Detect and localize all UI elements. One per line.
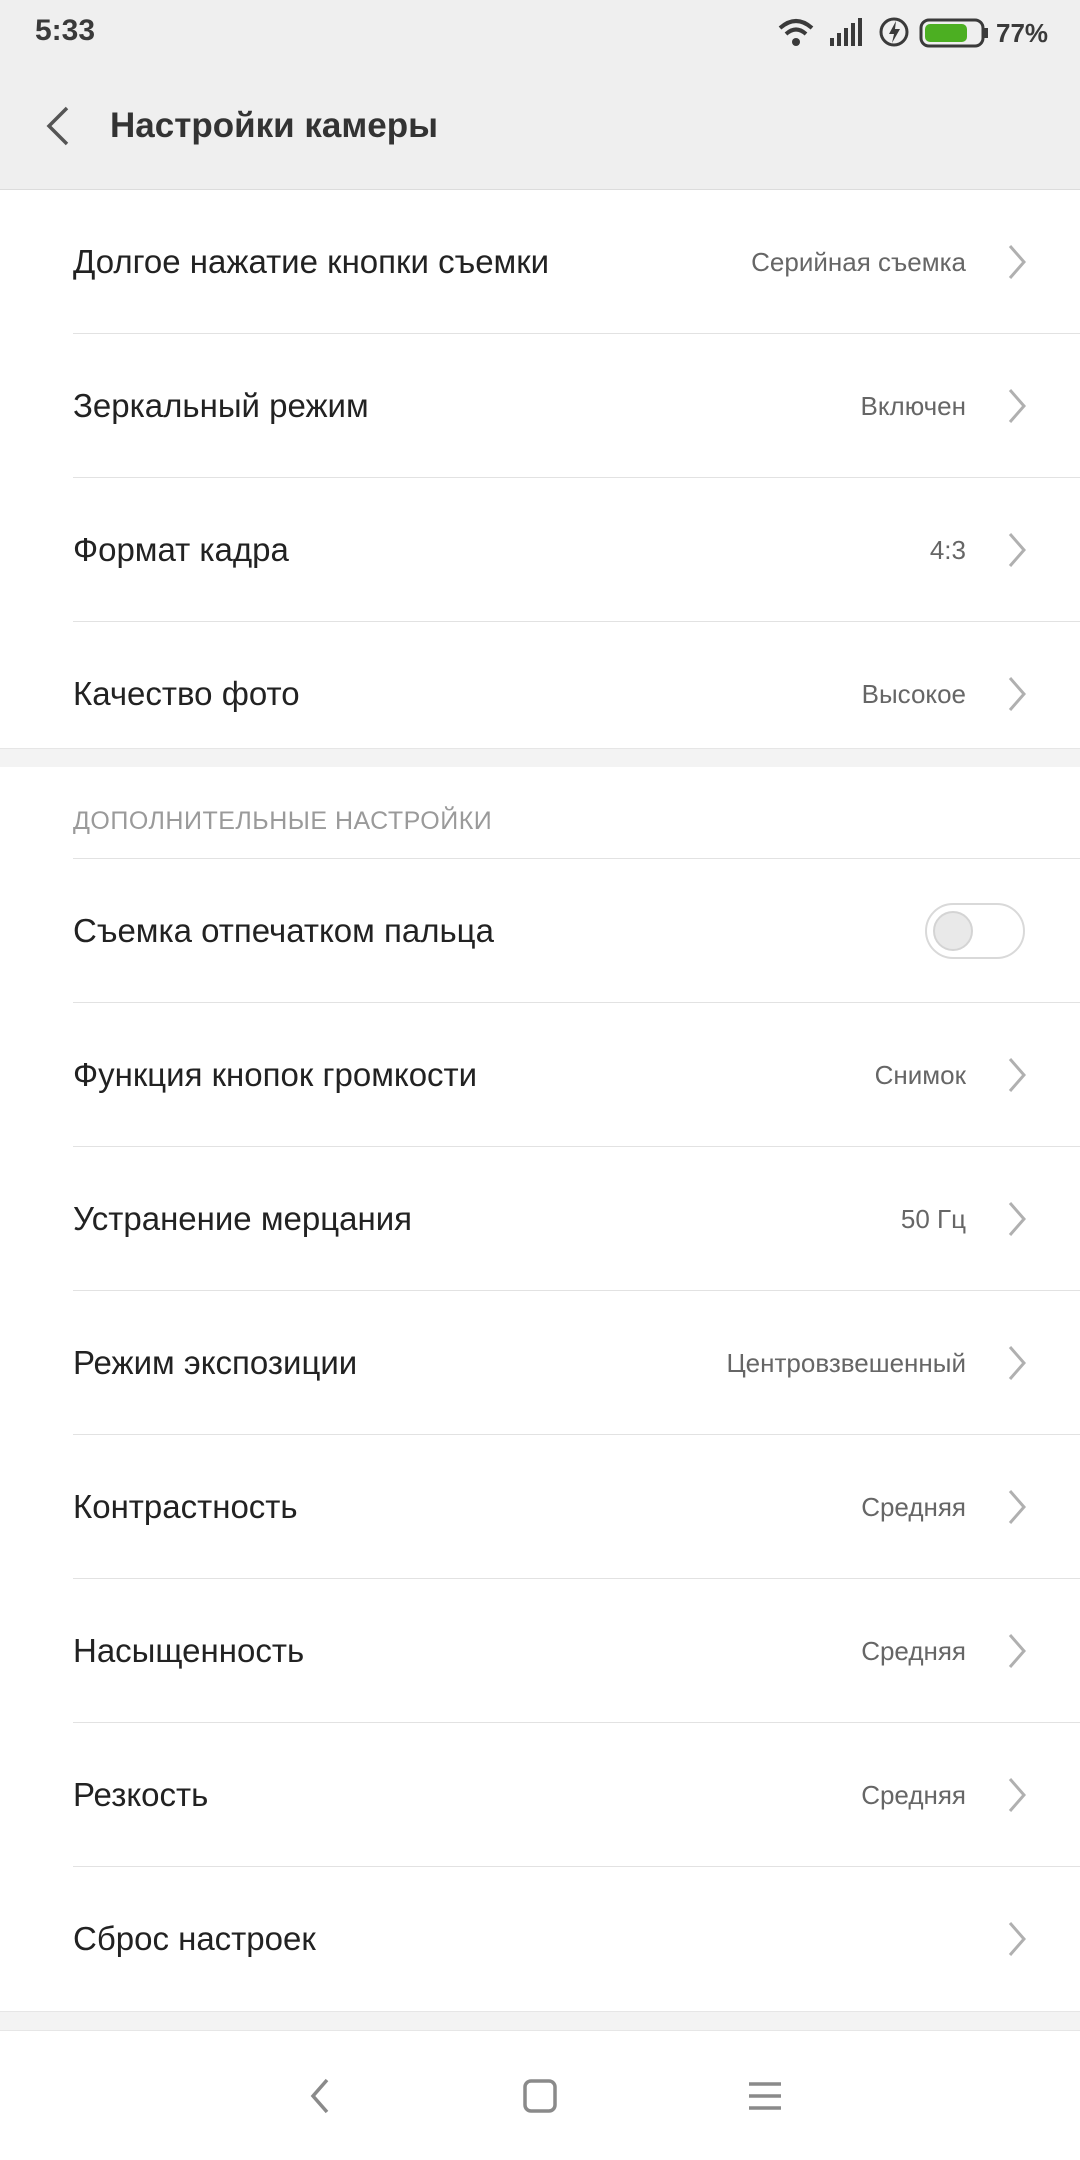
setting-reset[interactable]: Сброс настроек (0, 1867, 1080, 2011)
chevron-left-icon (46, 106, 69, 146)
setting-label: Насыщенность (73, 1632, 305, 1669)
charging-icon (879, 17, 909, 47)
battery-percent: 77% (996, 18, 1048, 48)
chevron-right-icon (1004, 1343, 1030, 1383)
setting-label: Зеркальный режим (73, 387, 369, 424)
back-button[interactable] (28, 96, 88, 156)
setting-label: Контрастность (73, 1488, 298, 1525)
status-icons: 77% (778, 17, 1048, 48)
setting-value: 50 Гц (900, 1203, 966, 1234)
chevron-right-icon (1004, 1919, 1030, 1959)
setting-fingerprint-shutter[interactable]: Съемка отпечатком пальца (0, 859, 1080, 1003)
setting-saturation[interactable]: Насыщенность Средняя (0, 1579, 1080, 1723)
setting-label: Сброс настроек (73, 1920, 316, 1957)
chevron-right-icon (1004, 674, 1030, 714)
nav-menu-button[interactable] (735, 2066, 795, 2126)
setting-sharpness[interactable]: Резкость Средняя (0, 1723, 1080, 1867)
setting-value: Средняя (861, 1491, 966, 1522)
page-title: Настройки камеры (110, 106, 438, 145)
fingerprint-toggle[interactable] (925, 903, 1025, 959)
setting-contrast[interactable]: Контрастность Средняя (0, 1435, 1080, 1579)
setting-label: Устранение мерцания (73, 1200, 413, 1237)
setting-value: Высокое (861, 678, 966, 709)
toggle-knob (933, 911, 973, 951)
setting-mirror-mode[interactable]: Зеркальный режим Включен (0, 334, 1080, 478)
setting-label: Функция кнопок громкости (73, 1056, 478, 1093)
section-header: ДОПОЛНИТЕЛЬНЫЕ НАСТРОЙКИ (0, 767, 1080, 859)
setting-value: Центровзвешенный (726, 1347, 966, 1378)
setting-value: Средняя (861, 1779, 966, 1810)
setting-exposure-mode[interactable]: Режим экспозиции Центровзвешенный (0, 1291, 1080, 1435)
status-bar: 5:33 77% (0, 0, 1080, 66)
nav-back-icon (310, 2078, 329, 2114)
wifi-icon (778, 19, 814, 46)
section-divider (0, 748, 1080, 768)
setting-volume-buttons[interactable]: Функция кнопок громкости Снимок (0, 1003, 1080, 1147)
setting-anti-flicker[interactable]: Устранение мерцания 50 Гц (0, 1147, 1080, 1291)
chevron-right-icon (1004, 386, 1030, 426)
main-settings-section: Долгое нажатие кнопки съемки Серийная съ… (0, 190, 1080, 766)
nav-back-button[interactable] (290, 2066, 350, 2126)
setting-value: 4:3 (929, 534, 966, 565)
navigation-bar (0, 2032, 1080, 2160)
chevron-right-icon (1004, 1487, 1030, 1527)
setting-value: Средняя (861, 1635, 966, 1666)
section-divider (0, 2011, 1080, 2031)
setting-label: Формат кадра (73, 531, 289, 568)
setting-label: Съемка отпечатком пальца (73, 912, 494, 949)
chevron-right-icon (1004, 530, 1030, 570)
setting-label: Резкость (73, 1776, 209, 1813)
chevron-right-icon (1004, 1775, 1030, 1815)
app-header: Настройки камеры (0, 66, 1080, 191)
setting-photo-quality[interactable]: Качество фото Высокое (0, 622, 1080, 766)
nav-home-icon (523, 2079, 557, 2113)
setting-label: Долгое нажатие кнопки съемки (73, 243, 550, 280)
nav-home-button[interactable] (510, 2066, 570, 2126)
chevron-right-icon (1004, 1055, 1030, 1095)
setting-value: Включен (860, 390, 966, 421)
chevron-right-icon (1004, 242, 1030, 282)
nav-menu-icon (749, 2082, 781, 2110)
setting-value: Снимок (874, 1059, 966, 1090)
battery-icon (919, 18, 988, 48)
setting-frame-format[interactable]: Формат кадра 4:3 (0, 478, 1080, 622)
setting-long-press-shutter[interactable]: Долгое нажатие кнопки съемки Серийная съ… (0, 190, 1080, 334)
advanced-settings-section: ДОПОЛНИТЕЛЬНЫЕ НАСТРОЙКИ Съемка отпечатк… (0, 767, 1080, 2011)
setting-label: Режим экспозиции (73, 1344, 358, 1381)
chevron-right-icon (1004, 1631, 1030, 1671)
setting-label: Качество фото (73, 675, 300, 712)
setting-value: Серийная съемка (751, 246, 966, 277)
section-header-text: ДОПОЛНИТЕЛЬНЫЕ НАСТРОЙКИ (73, 807, 493, 835)
signal-icon (830, 18, 862, 46)
chevron-right-icon (1004, 1199, 1030, 1239)
